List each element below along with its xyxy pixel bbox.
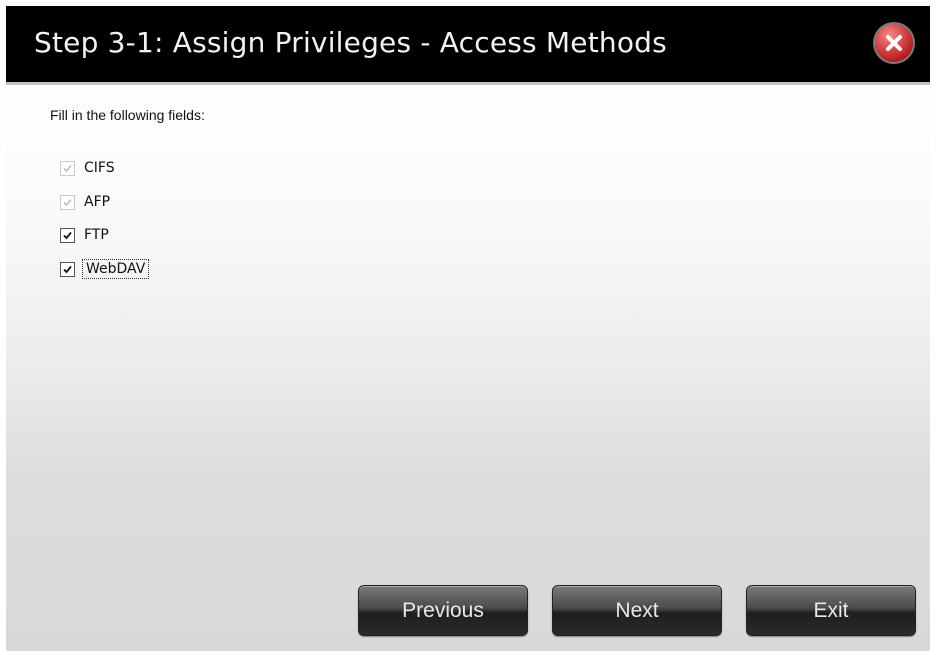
checkbox-row-ftp[interactable]: FTP xyxy=(60,225,109,245)
instructions-text: Fill in the following fields: xyxy=(50,107,205,123)
next-button[interactable]: Next xyxy=(552,585,722,636)
close-icon xyxy=(886,35,902,51)
exit-button[interactable]: Exit xyxy=(746,585,916,636)
title-bar: Step 3-1: Assign Privileges - Access Met… xyxy=(6,6,930,85)
checkbox-row-afp[interactable]: AFP xyxy=(60,192,110,212)
check-icon xyxy=(63,198,72,206)
check-icon xyxy=(63,265,72,273)
webdav-label: WebDAV xyxy=(81,259,150,279)
dialog-title: Step 3-1: Assign Privileges - Access Met… xyxy=(34,26,667,59)
afp-label: AFP xyxy=(84,194,111,210)
check-icon xyxy=(63,231,72,239)
previous-button[interactable]: Previous xyxy=(358,585,528,636)
checkbox-row-cifs[interactable]: CIFS xyxy=(60,158,115,178)
cifs-label: CIFS xyxy=(84,160,115,176)
afp-checkbox[interactable] xyxy=(60,194,75,210)
check-icon xyxy=(63,164,72,172)
ftp-label: FTP xyxy=(84,227,109,243)
webdav-checkbox[interactable] xyxy=(60,261,75,277)
cifs-checkbox[interactable] xyxy=(60,160,75,176)
checkbox-row-webdav[interactable]: WebDAV xyxy=(60,259,150,279)
wizard-dialog: Step 3-1: Assign Privileges - Access Met… xyxy=(6,6,930,651)
ftp-checkbox[interactable] xyxy=(60,227,75,243)
close-button[interactable] xyxy=(873,22,915,64)
